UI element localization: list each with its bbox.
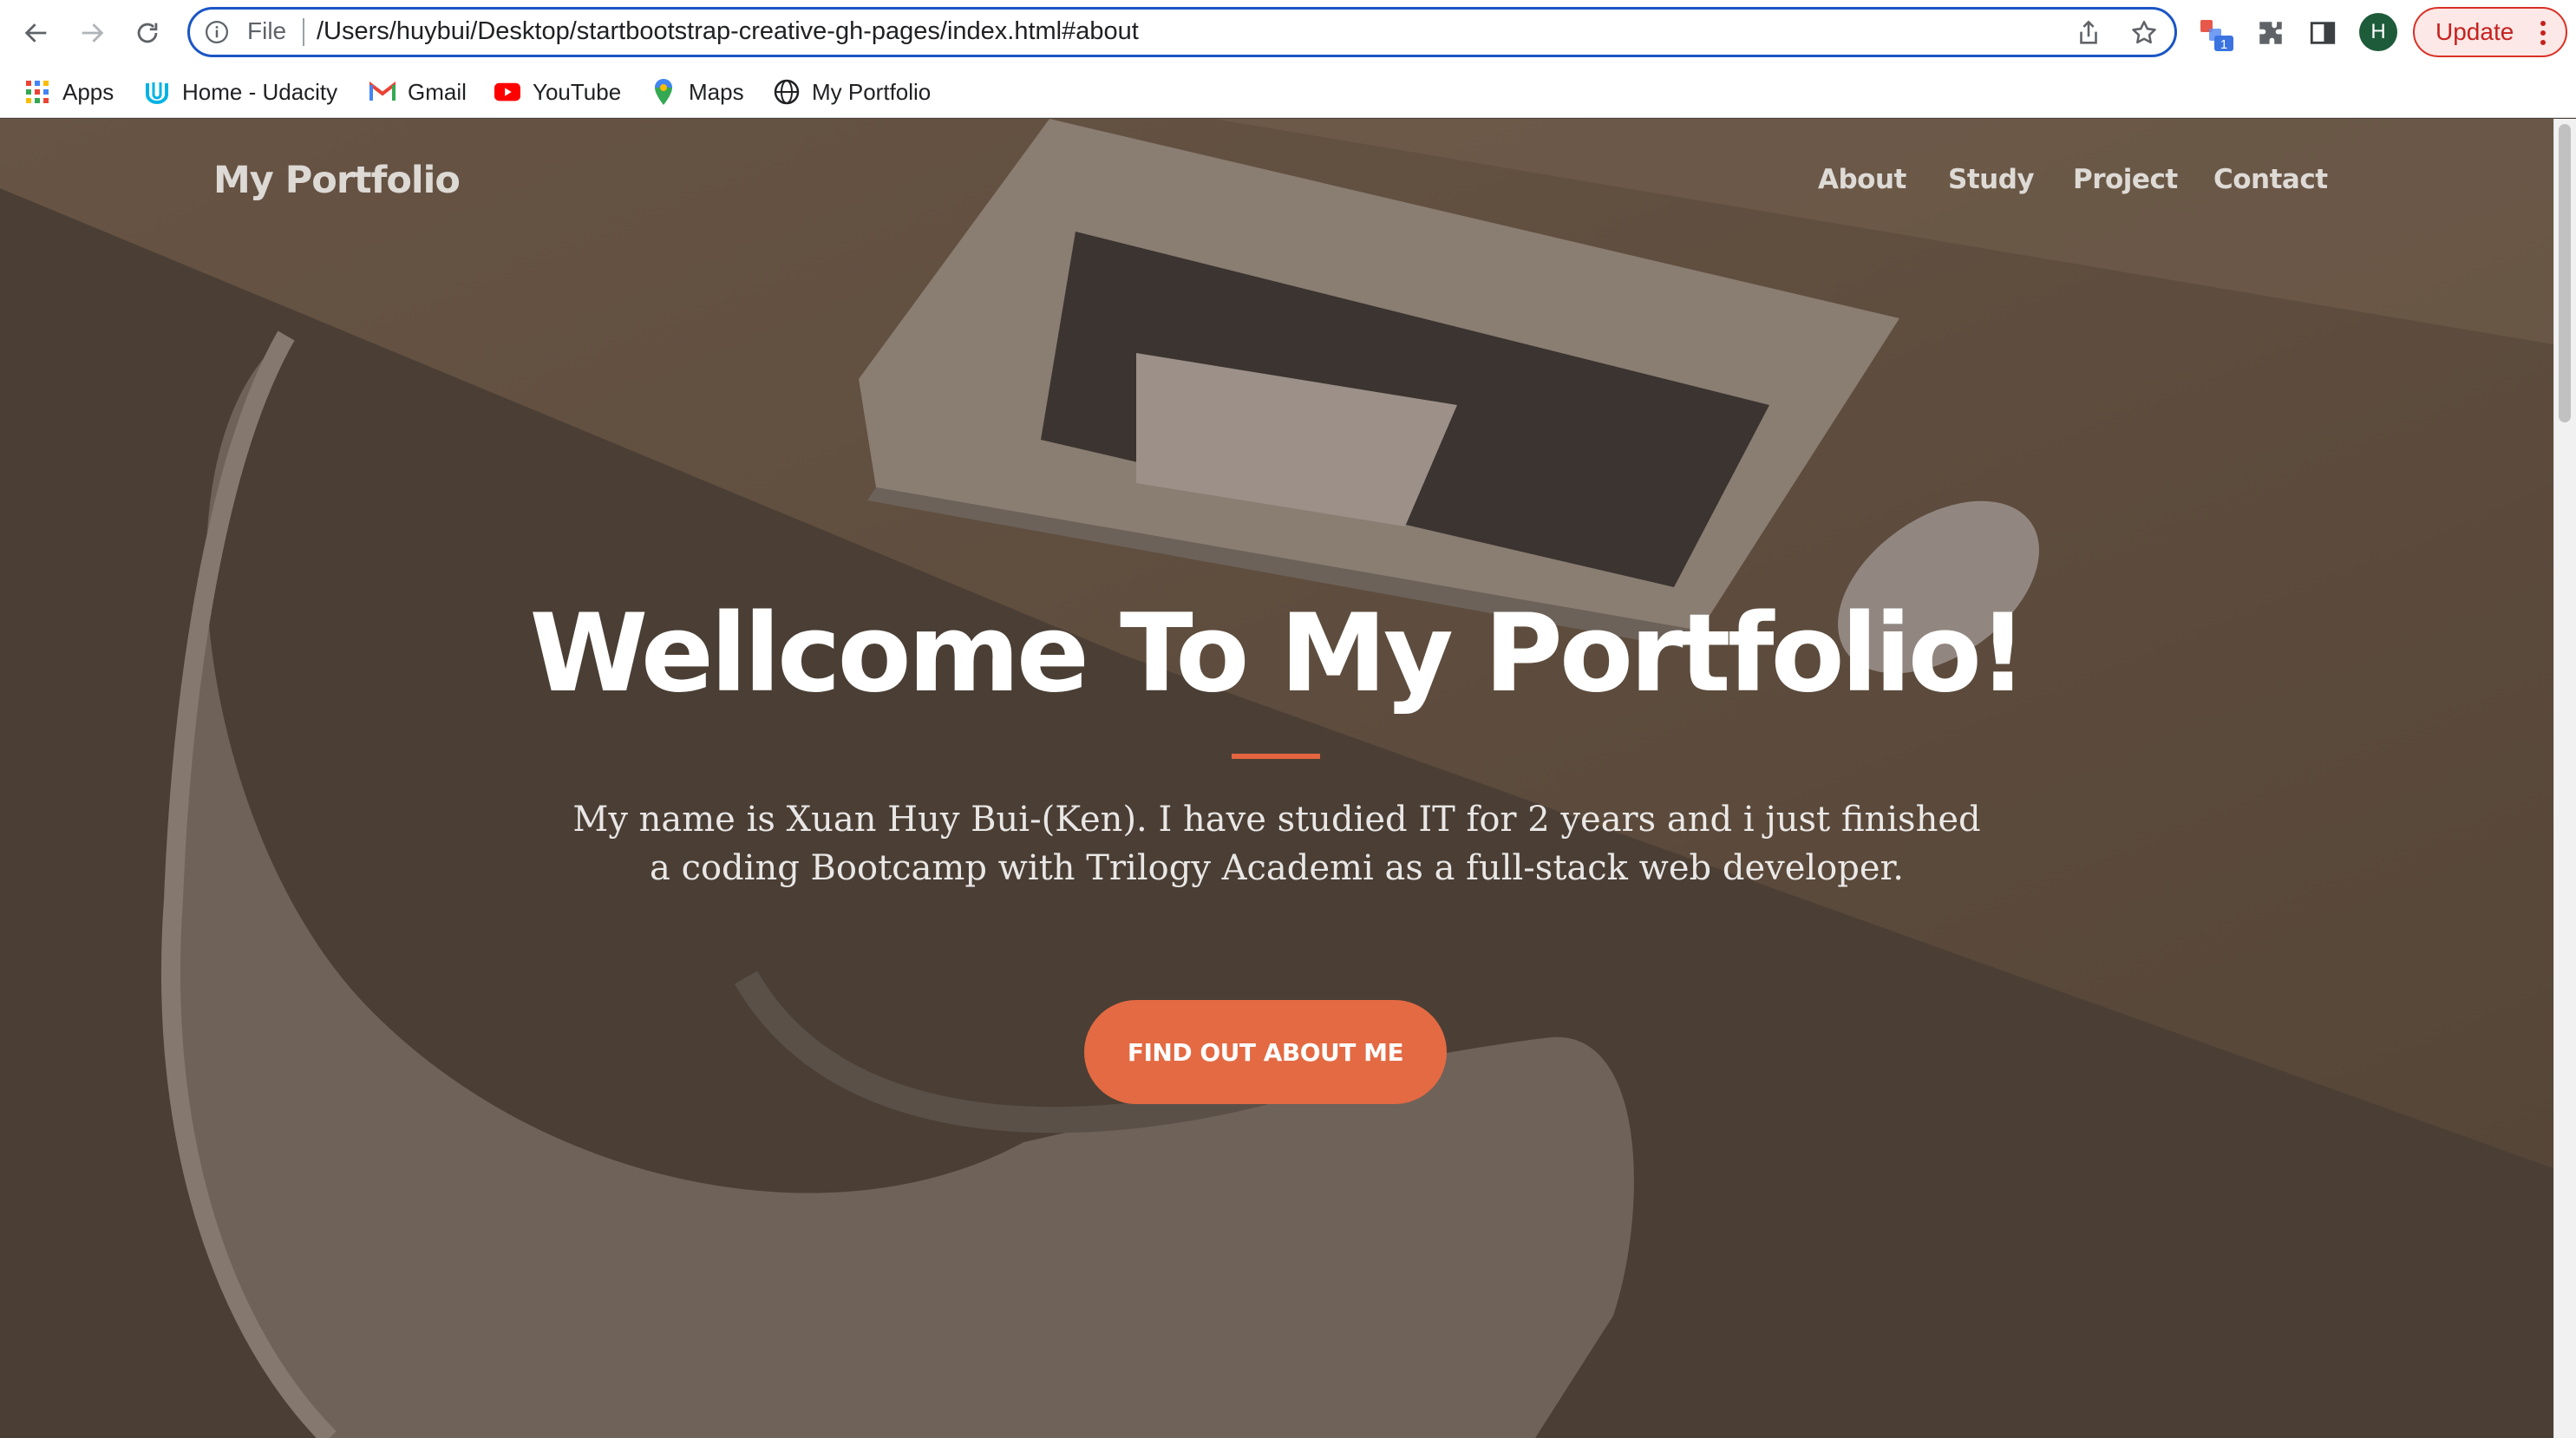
bookmark-youtube[interactable]: YouTube: [494, 75, 621, 109]
bookmark-my-portfolio[interactable]: My Portfolio: [774, 75, 931, 109]
bookmark-label: Apps: [62, 78, 114, 105]
info-icon[interactable]: [204, 19, 230, 45]
gmail-icon: [369, 79, 396, 105]
globe-icon: [774, 79, 800, 105]
bookmark-label: Gmail: [408, 78, 467, 105]
scrollbar-thumb[interactable]: [2559, 124, 2571, 422]
page-scrollbar[interactable]: [2553, 119, 2576, 1438]
share-icon[interactable]: [2074, 18, 2103, 48]
bookmarks-bar: Apps Home - Udacity Gmail YouTube Maps M…: [0, 66, 2576, 118]
url-text[interactable]: /Users/huybui/Desktop/startbootstrap-cre…: [317, 17, 1139, 46]
bookmark-label: YouTube: [533, 78, 622, 105]
url-scheme-label: File: [247, 17, 287, 44]
extension-badge: 1: [2220, 37, 2227, 52]
reload-icon: [137, 23, 158, 43]
site-brand[interactable]: My Portfolio: [213, 159, 461, 202]
hero-divider: [1232, 754, 1320, 759]
nav-link-project[interactable]: Project: [2073, 164, 2178, 195]
side-panel-button[interactable]: [2302, 12, 2344, 54]
forward-button[interactable]: [69, 10, 114, 56]
nav-link-about[interactable]: About: [1818, 164, 1906, 195]
back-button[interactable]: [14, 10, 59, 56]
update-button[interactable]: Update: [2413, 7, 2567, 57]
bookmark-label: My Portfolio: [812, 78, 932, 105]
forward-arrow-icon: [82, 23, 104, 42]
hero-title: Wellcome To My Portfolio!: [529, 592, 2028, 716]
bookmark-apps[interactable]: Apps: [24, 75, 114, 109]
side-panel-icon: [2310, 22, 2336, 44]
apps-grid-icon: [24, 79, 50, 105]
nav-link-study[interactable]: Study: [1948, 164, 2035, 195]
more-vertical-icon: [2540, 21, 2546, 45]
bookmark-star-icon[interactable]: [2129, 18, 2159, 48]
extension-icon: 1: [2200, 20, 2233, 52]
profile-avatar[interactable]: H: [2359, 13, 2397, 51]
address-bar[interactable]: File /Users/huybui/Desktop/startbootstra…: [187, 7, 2177, 57]
bookmark-label: Home - Udacity: [182, 78, 338, 105]
bookmark-gmail[interactable]: Gmail: [369, 75, 467, 109]
update-label: Update: [2435, 18, 2514, 45]
hero-background-image: [0, 119, 2553, 1438]
hero-description: My name is Xuan Huy Bui-(Ken). I have st…: [572, 800, 1981, 888]
nav-link-contact[interactable]: Contact: [2213, 164, 2328, 195]
bookmark-maps[interactable]: Maps: [651, 75, 744, 109]
extension-translate-button[interactable]: 1: [2196, 12, 2238, 54]
browser-toolbar: File /Users/huybui/Desktop/startbootstra…: [0, 0, 2576, 66]
reload-button[interactable]: [125, 10, 170, 56]
back-arrow-icon: [24, 23, 47, 42]
bookmark-udacity[interactable]: Home - Udacity: [144, 75, 337, 109]
find-out-about-me-button[interactable]: FIND OUT ABOUT ME: [1084, 1000, 1447, 1104]
youtube-icon: [494, 79, 520, 105]
puzzle-icon: [2259, 22, 2282, 44]
web-page: My Portfolio About Study Project Contact…: [0, 119, 2553, 1438]
bookmark-label: Maps: [689, 78, 744, 105]
maps-icon: [651, 79, 677, 105]
extensions-button[interactable]: [2250, 12, 2292, 54]
udacity-icon: [144, 79, 170, 105]
url-separator: [303, 18, 304, 46]
